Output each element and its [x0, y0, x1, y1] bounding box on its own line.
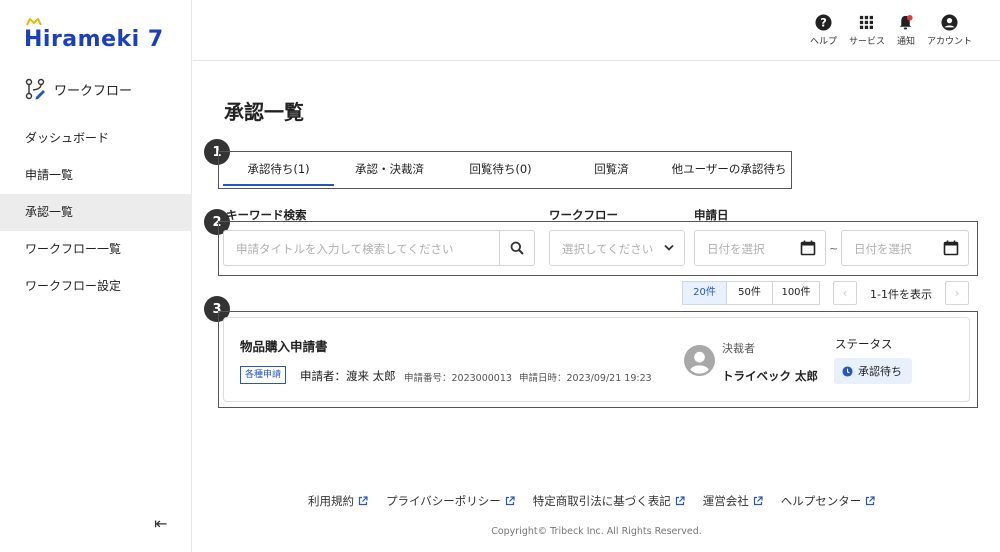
account-label: アカウント: [926, 37, 972, 47]
account-icon: [941, 14, 958, 31]
status-label: ステータス: [835, 337, 893, 351]
request-category-tag: 各種申請: [240, 366, 287, 384]
tab-other-users-pending[interactable]: 他ユーザーの承認待ち: [667, 152, 791, 186]
external-link-icon: [505, 496, 515, 506]
date-to-placeholder: 日付を選択: [854, 242, 912, 256]
crown-icon: [26, 18, 42, 26]
request-date: 申請日時：2023/09/21 19:23: [519, 373, 652, 384]
tab-pending-approval[interactable]: 承認待ち(1): [223, 152, 334, 186]
module-header: ワークフロー: [24, 78, 132, 100]
workflow-icon: [25, 78, 45, 100]
services-button[interactable]: サービス: [849, 14, 885, 47]
footer-link-label: 利用規約: [308, 494, 354, 508]
svg-text:?: ?: [820, 15, 827, 29]
next-page-button[interactable]: ›: [945, 281, 969, 305]
external-link-icon: [675, 496, 685, 506]
footer-link-terms[interactable]: 利用規約: [308, 493, 368, 509]
footer-links: 利用規約 プライバシーポリシー 特定商取引法に基づく表記 運営会社 ヘルプセンタ…: [308, 493, 875, 509]
sidebar-item-workflow-settings[interactable]: ワークフロー設定: [0, 268, 192, 305]
approver-label: 決裁者: [722, 342, 755, 355]
calendar-icon[interactable]: [943, 240, 959, 256]
sidebar-item-request-list[interactable]: 申請一覧: [0, 157, 192, 194]
sidebar-item-workflow-list[interactable]: ワークフロー一覧: [0, 231, 192, 268]
account-button[interactable]: アカウント: [927, 14, 972, 47]
status-text: 承認待ち: [858, 365, 902, 378]
tab-circulated[interactable]: 回覧済: [556, 152, 667, 186]
workflow-select[interactable]: 選択してください: [549, 230, 685, 266]
request-card[interactable]: 物品購入申請書 各種申請 申請者：渡来 太郎 申請番号：2023000013 申…: [223, 317, 970, 402]
tab-approved[interactable]: 承認・決裁済: [334, 152, 445, 186]
footer-link-label: 運営会社: [702, 494, 749, 508]
chevron-down-icon: [664, 244, 674, 251]
notifications-button[interactable]: 通知: [897, 14, 915, 47]
help-button[interactable]: ? ヘルプ: [810, 14, 837, 47]
approval-tabs: 承認待ち(1) 承認・決裁済 回覧待ち(0) 回覧済 他ユーザーの承認待ち: [218, 151, 792, 189]
avatar-icon: [684, 345, 715, 376]
hirameki-logo[interactable]: Hirameki 7: [24, 18, 164, 54]
logo-text: Hirameki 7: [24, 26, 164, 52]
footer-link-commercial-law[interactable]: 特定商取引法に基づく表記: [533, 493, 685, 509]
module-label: ワークフロー: [54, 83, 133, 99]
request-title[interactable]: 物品購入申請書: [240, 336, 328, 355]
sidebar: Hirameki 7 ワークフロー ダッシュボード 申請一覧 承認一覧 ワークフ…: [0, 0, 192, 552]
clock-icon: [842, 365, 853, 377]
copyright: Copyright© Tribeck Inc. All Rights Reser…: [491, 526, 702, 537]
footer-link-privacy[interactable]: プライバシーポリシー: [386, 493, 515, 509]
sidebar-item-approval-list[interactable]: 承認一覧: [0, 194, 192, 231]
footer-link-label: ヘルプセンター: [780, 494, 862, 508]
services-label: サービス: [848, 37, 885, 47]
page-title: 承認一覧: [224, 100, 304, 124]
page-size-100[interactable]: 100件: [773, 281, 820, 305]
result-count: 1-1件を表示: [870, 288, 932, 301]
calendar-icon[interactable]: [800, 240, 816, 256]
request-number: 申請番号：2023000013: [404, 373, 512, 384]
applicant-name: 申請者：渡来 太郎: [300, 369, 396, 383]
bell-icon: [900, 14, 914, 30]
search-button[interactable]: [499, 231, 534, 265]
footer-link-label: 特定商取引法に基づく表記: [532, 494, 671, 508]
search-icon: [510, 241, 524, 255]
page-size-20[interactable]: 20件: [682, 281, 727, 305]
page-size-50[interactable]: 50件: [727, 281, 773, 305]
prev-page-button[interactable]: ‹: [833, 281, 857, 305]
tab-circulation-pending[interactable]: 回覧待ち(0): [445, 152, 556, 186]
external-link-icon: [753, 496, 763, 506]
date-from-placeholder: 日付を選択: [707, 242, 765, 256]
notifications-label: 通知: [896, 37, 915, 47]
footer-link-company[interactable]: 運営会社: [703, 493, 763, 509]
date-range-separator: ~: [829, 242, 839, 255]
sidebar-nav: ダッシュボード 申請一覧 承認一覧 ワークフロー一覧 ワークフロー設定: [0, 120, 192, 305]
external-link-icon: [866, 496, 875, 506]
external-link-icon: [358, 496, 368, 506]
help-icon: ?: [815, 14, 832, 31]
grid-icon: [860, 15, 874, 30]
approver-name: トライベック 太郎: [722, 369, 819, 383]
keyword-placeholder: 申請タイトルを入力して検索してください: [236, 242, 454, 256]
footer-link-help-center[interactable]: ヘルプセンター: [781, 493, 876, 509]
sidebar-item-dashboard[interactable]: ダッシュボード: [0, 120, 192, 157]
footer-link-label: プライバシーポリシー: [386, 494, 501, 508]
date-from-input[interactable]: 日付を選択: [694, 230, 826, 266]
date-to-input[interactable]: 日付を選択: [841, 230, 969, 266]
header-actions: ? ヘルプ サービス 通知 アカウント: [810, 14, 972, 47]
help-label: ヘルプ: [809, 37, 837, 47]
status-badge: 承認待ち: [834, 358, 912, 384]
top-header: ? ヘルプ サービス 通知 アカウント: [193, 0, 1000, 61]
keyword-search-input[interactable]: 申請タイトルを入力して検索してください: [223, 230, 535, 266]
workflow-placeholder: 選択してください: [562, 242, 654, 256]
page-size-selector: 20件 50件 100件: [682, 281, 820, 305]
